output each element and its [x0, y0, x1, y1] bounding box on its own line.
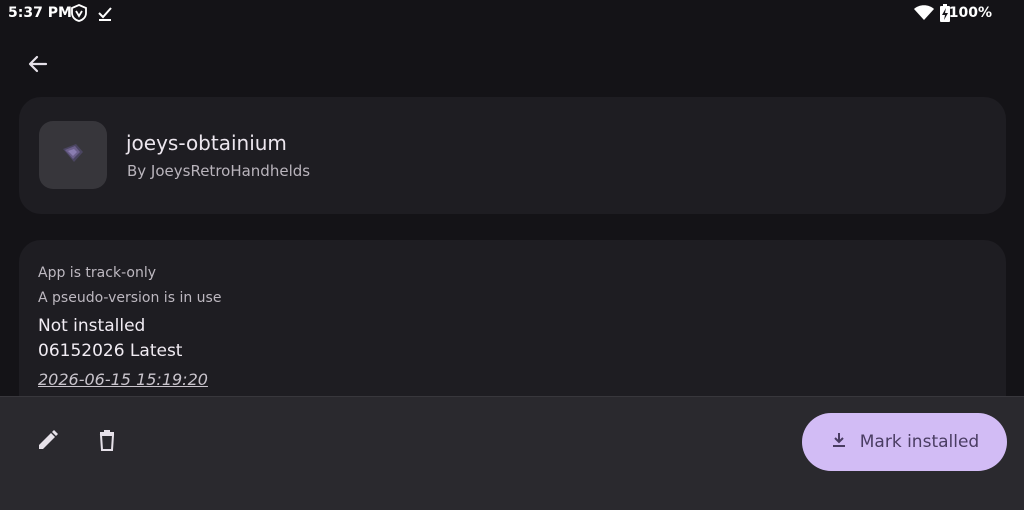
mark-installed-label: Mark installed — [859, 432, 980, 452]
arrow-left-icon — [26, 52, 50, 80]
app-details-screen: 5:37 PM 100% joeys-obtainium By JoeysRet… — [0, 0, 1024, 510]
track-only-label: App is track-only — [38, 265, 156, 281]
battery-percent: 100% — [948, 5, 992, 21]
wifi-icon — [913, 4, 935, 22]
release-date-link[interactable]: 2026-06-15 15:19:20 — [38, 370, 208, 389]
edit-button[interactable] — [28, 422, 68, 462]
back-button[interactable] — [18, 46, 58, 86]
pseudo-version-label: A pseudo-version is in use — [38, 290, 222, 306]
mark-installed-button[interactable]: Mark installed — [802, 413, 1007, 471]
status-time: 5:37 PM — [8, 5, 72, 21]
app-logo-icon — [60, 140, 86, 170]
app-header-card: joeys-obtainium By JoeysRetroHandhelds — [19, 97, 1006, 214]
trash-icon — [95, 428, 119, 456]
bottom-action-bar: Mark installed — [0, 396, 1024, 510]
app-author: By JoeysRetroHandhelds — [127, 162, 311, 180]
version-label: 06152026 Latest — [38, 341, 183, 361]
delete-button[interactable] — [87, 422, 127, 462]
install-status: Not installed — [38, 316, 146, 336]
status-bar: 5:37 PM 100% — [0, 0, 1024, 26]
app-logo — [39, 121, 107, 189]
check-icon — [96, 4, 114, 22]
app-name: joeys-obtainium — [126, 131, 287, 155]
vpn-shield-icon — [70, 4, 88, 22]
download-icon — [830, 431, 848, 454]
pencil-icon — [36, 428, 60, 456]
